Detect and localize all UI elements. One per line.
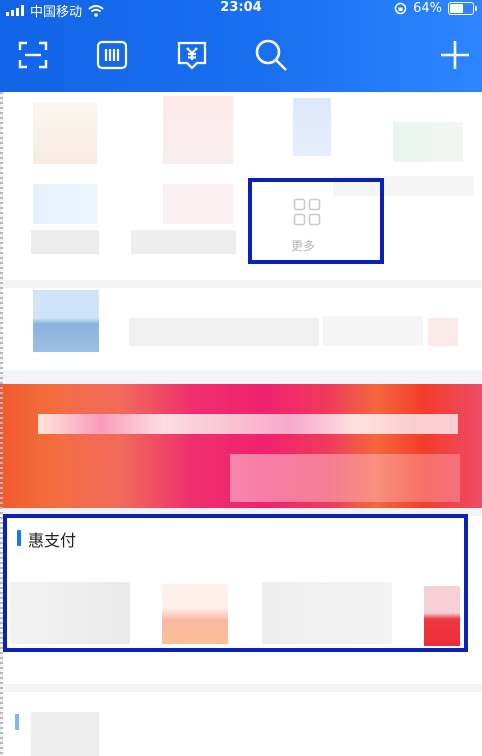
search-icon [255, 39, 287, 71]
orientation-lock-icon [394, 2, 407, 15]
highlight-box-section [3, 514, 468, 652]
app-icon-blurred[interactable] [163, 96, 233, 164]
add-icon [441, 41, 469, 69]
app-icon-blurred[interactable] [33, 102, 97, 164]
promo-banner[interactable] [0, 384, 482, 508]
feature-card [3, 288, 482, 370]
receive-money-button[interactable] [173, 36, 211, 74]
feature-thumbnail[interactable] [33, 290, 99, 352]
bottom-card [3, 692, 482, 756]
home-content: 更多 惠支付 [0, 92, 482, 756]
receive-money-icon [177, 41, 207, 70]
app-header: 中国移动 23:04 64% [0, 0, 482, 92]
app-icon-blurred[interactable] [293, 98, 331, 156]
search-button[interactable] [252, 36, 290, 74]
payment-code-button[interactable] [93, 36, 131, 74]
app-icon-blurred[interactable] [163, 184, 233, 224]
app-grid-card: 更多 [3, 92, 482, 280]
payment-code-icon [96, 40, 128, 70]
scan-icon [18, 41, 48, 69]
app-icon-blurred[interactable] [393, 122, 463, 162]
battery-percent: 64% [413, 1, 442, 16]
dotted-edge [0, 92, 3, 756]
highlight-box-more [248, 178, 384, 264]
status-bar: 中国移动 23:04 64% [0, 0, 482, 20]
scan-button[interactable] [14, 36, 52, 74]
app-icon-blurred[interactable] [33, 184, 97, 224]
add-button[interactable] [436, 36, 474, 74]
battery-icon [448, 2, 477, 15]
